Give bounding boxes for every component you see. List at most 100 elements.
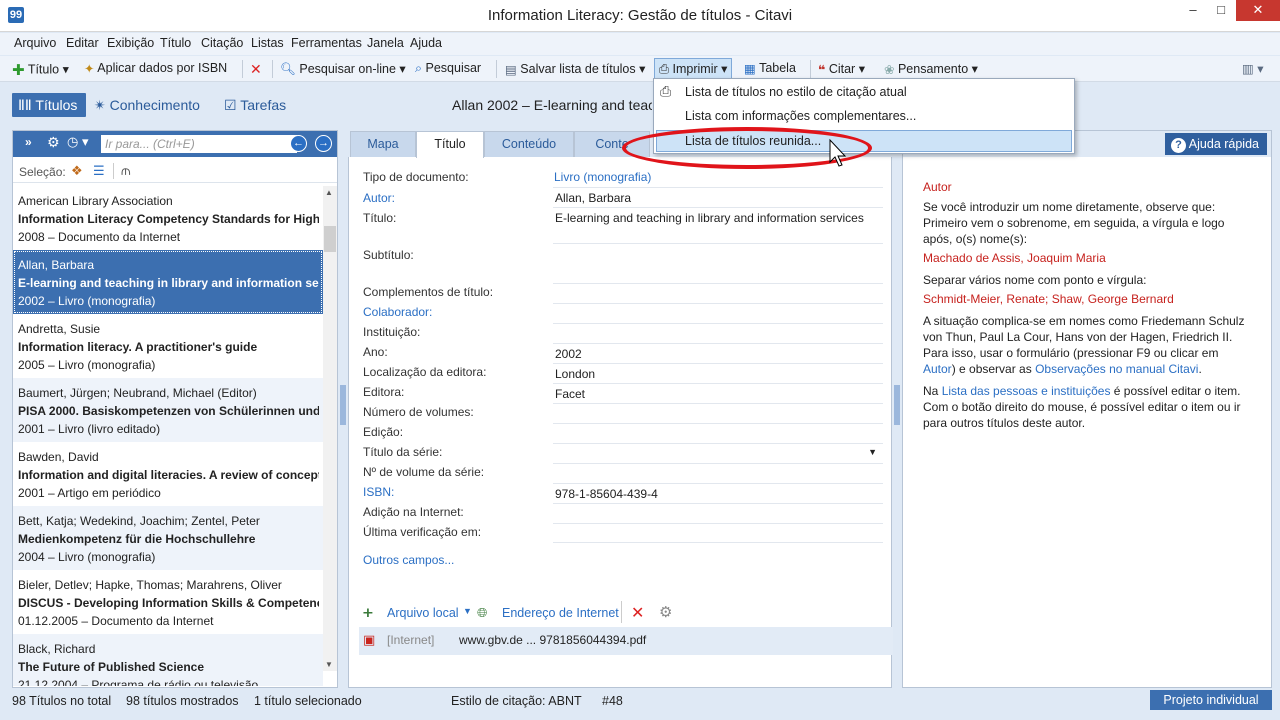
institution-field[interactable] bbox=[553, 323, 883, 343]
author-field[interactable]: Allan, Barbara bbox=[553, 187, 883, 207]
tab-titulos[interactable]: ⅡⅡ Títulos bbox=[12, 93, 86, 117]
local-file-dropdown-icon[interactable]: ▼ bbox=[463, 606, 472, 616]
gear-icon[interactable]: ⚙ bbox=[47, 134, 60, 151]
subtitle-field[interactable] bbox=[553, 243, 883, 283]
help-heading: Autor bbox=[923, 180, 952, 194]
right-splitter-handle[interactable] bbox=[894, 385, 900, 425]
local-file-button[interactable]: Arquivo local bbox=[387, 606, 459, 620]
close-button[interactable]: ✕ bbox=[1236, 0, 1280, 21]
quick-help-button[interactable]: ? Ajuda rápida bbox=[1165, 133, 1267, 155]
document-type-link[interactable]: Livro (monografia) bbox=[554, 170, 651, 184]
author-form-link[interactable]: Autor bbox=[923, 362, 952, 376]
history-icon[interactable]: ◷ ▾ bbox=[67, 134, 88, 150]
title-supplement-field[interactable] bbox=[553, 283, 883, 303]
minimize-button[interactable]: – bbox=[1180, 0, 1206, 21]
publisher-field[interactable]: Facet bbox=[553, 383, 883, 403]
collapse-panel-icon[interactable]: » bbox=[25, 135, 32, 149]
persons-list-link[interactable]: Lista das pessoas e instituições bbox=[942, 384, 1111, 398]
menu-ajuda[interactable]: Ajuda bbox=[410, 36, 442, 50]
scrollbar-thumb[interactable] bbox=[324, 226, 336, 252]
more-fields-link[interactable]: Outros campos... bbox=[363, 553, 454, 567]
title-editor-panel: Mapa Título Conteúdo Conte Tipo de docum… bbox=[348, 129, 894, 688]
status-citation-style: Estilo de citação: ABNT bbox=[451, 694, 582, 708]
status-shown: 98 títulos mostrados bbox=[126, 694, 239, 708]
print-button[interactable]: ⎙ Imprimir ▾ bbox=[654, 58, 733, 80]
menu-citacao[interactable]: Citação bbox=[201, 36, 243, 50]
last-checked-field[interactable] bbox=[553, 523, 883, 543]
year-field[interactable]: 2002 bbox=[553, 343, 883, 363]
menu-editar[interactable]: Editar bbox=[66, 36, 99, 50]
search-button[interactable]: ⌕ Pesquisar bbox=[415, 61, 481, 76]
menu-item-complementary-list[interactable]: Lista com informações complementares... bbox=[685, 109, 916, 123]
remove-attachment-icon[interactable]: ✕ bbox=[631, 603, 644, 623]
online-search-button[interactable]: 🔍︎ Pesquisar on-line ▾ bbox=[280, 61, 406, 77]
internet-address-button[interactable]: Endereço de Internet bbox=[502, 606, 619, 620]
tab-conteudo[interactable]: Conteúdo bbox=[484, 131, 574, 157]
apply-isbn-button[interactable]: ✦ Aplicar dados por ISBN bbox=[84, 61, 227, 76]
manual-notes-link[interactable]: Observações no manual Citavi bbox=[1035, 362, 1198, 376]
title-field[interactable]: E-learning and teaching in library and i… bbox=[553, 207, 883, 243]
selection-list-icon[interactable]: ☰ bbox=[93, 163, 105, 179]
scroll-up-icon[interactable]: ▲ bbox=[325, 188, 333, 197]
tab-conhecimento[interactable]: ✴ Conhecimento bbox=[94, 97, 200, 114]
knowledge-icon: ✴ bbox=[94, 97, 106, 113]
tab-mapa[interactable]: Mapa bbox=[350, 131, 416, 157]
menu-ferramentas[interactable]: Ferramentas bbox=[291, 36, 362, 50]
menu-exibicao[interactable]: Exibição bbox=[107, 36, 154, 50]
save-title-list-button[interactable]: ▤ Salvar lista de títulos ▾ bbox=[505, 61, 645, 77]
mouse-cursor-icon bbox=[829, 138, 847, 167]
menu-titulo[interactable]: Título bbox=[160, 36, 191, 50]
tab-titulo[interactable]: Título bbox=[416, 131, 484, 158]
selection-tag-icon[interactable]: ❖ bbox=[71, 163, 83, 179]
forward-arrow-icon[interactable]: → bbox=[315, 135, 332, 152]
attachment-url[interactable]: www.gbv.de ... 9781856044394.pdf bbox=[459, 633, 646, 647]
list-item[interactable]: Baumert, Jürgen; Neubrand, Michael (Edit… bbox=[13, 378, 323, 442]
back-arrow-icon[interactable]: ← bbox=[290, 135, 307, 152]
new-title-button[interactable]: ✚ Título ▾ bbox=[12, 61, 69, 79]
list-item-selected[interactable]: Allan, Barbara E-learning and teaching in… bbox=[13, 250, 323, 314]
field-label-autor[interactable]: Autor: bbox=[363, 191, 395, 205]
series-volume-field[interactable] bbox=[553, 463, 883, 483]
attachment-row[interactable]: ▣ [Internet] www.gbv.de ... 978185604439… bbox=[359, 627, 893, 655]
delete-button[interactable]: ✕ bbox=[250, 61, 262, 78]
menu-janela[interactable]: Janela bbox=[367, 36, 404, 50]
help-paragraph: Na Lista das pessoas e instituições é po… bbox=[923, 384, 1241, 430]
add-local-file-icon[interactable]: ➕︎ bbox=[363, 605, 373, 621]
collaborator-field[interactable] bbox=[553, 303, 883, 323]
thought-button[interactable]: ❀ Pensamento ▾ bbox=[884, 61, 978, 77]
list-item[interactable]: Andretta, Susie Information literacy. A p… bbox=[13, 314, 323, 378]
filter-icon[interactable]: ⫙ bbox=[121, 162, 131, 179]
cite-button[interactable]: ❝ Citar ▾ bbox=[818, 61, 865, 77]
title-list-scrollbar[interactable]: ▲ ▼ bbox=[323, 186, 337, 671]
internet-added-field[interactable] bbox=[553, 503, 883, 523]
field-label-isbn[interactable]: ISBN: bbox=[363, 485, 394, 499]
series-title-select[interactable]: ▼ bbox=[553, 443, 883, 463]
add-internet-address-icon[interactable]: 🌐︎ bbox=[477, 605, 487, 621]
menu-arquivo[interactable]: Arquivo bbox=[14, 36, 56, 50]
goto-search-input[interactable]: Ir para... (Ctrl+E) bbox=[101, 135, 297, 153]
list-item[interactable]: Black, Richard The Future of Published Sc… bbox=[13, 634, 323, 686]
isbn-field[interactable]: 978-1-85604-439-4 bbox=[553, 483, 883, 503]
list-item[interactable]: Bett, Katja; Wedekind, Joachim; Zentel, … bbox=[13, 506, 323, 570]
list-item[interactable]: Bieler, Detlev; Hapke, Thomas; Marahrens… bbox=[13, 570, 323, 634]
scroll-down-icon[interactable]: ▼ bbox=[325, 660, 333, 669]
dropdown-arrow-icon[interactable]: ▼ bbox=[868, 447, 877, 457]
help-example: Schmidt-Meier, Renate; Shaw, George Bern… bbox=[923, 292, 1174, 306]
list-item[interactable]: Bawden, David Information and digital lit… bbox=[13, 442, 323, 506]
tasks-icon: ☑ bbox=[224, 97, 237, 113]
volumes-field[interactable] bbox=[553, 403, 883, 423]
attachment-settings-icon[interactable]: ⚙ bbox=[659, 603, 672, 621]
maximize-button[interactable]: □ bbox=[1208, 0, 1234, 21]
field-label-edicao: Edição: bbox=[363, 425, 404, 439]
menu-listas[interactable]: Listas bbox=[251, 36, 284, 50]
publisher-location-field[interactable]: London bbox=[553, 363, 883, 383]
table-button[interactable]: ▦ Tabela bbox=[744, 61, 796, 76]
left-splitter-handle[interactable] bbox=[340, 385, 346, 425]
project-type-button[interactable]: Projeto individual bbox=[1150, 690, 1272, 710]
layout-options-button[interactable]: ▥ ▾ bbox=[1242, 61, 1264, 76]
menu-item-citation-style-list[interactable]: Lista de títulos no estilo de citação at… bbox=[685, 85, 907, 99]
edition-field[interactable] bbox=[553, 423, 883, 443]
field-label-colaborador[interactable]: Colaborador: bbox=[363, 305, 432, 319]
tab-tarefas[interactable]: ☑ Tarefas bbox=[224, 97, 286, 114]
list-item[interactable]: American Library Association Information … bbox=[13, 186, 323, 250]
